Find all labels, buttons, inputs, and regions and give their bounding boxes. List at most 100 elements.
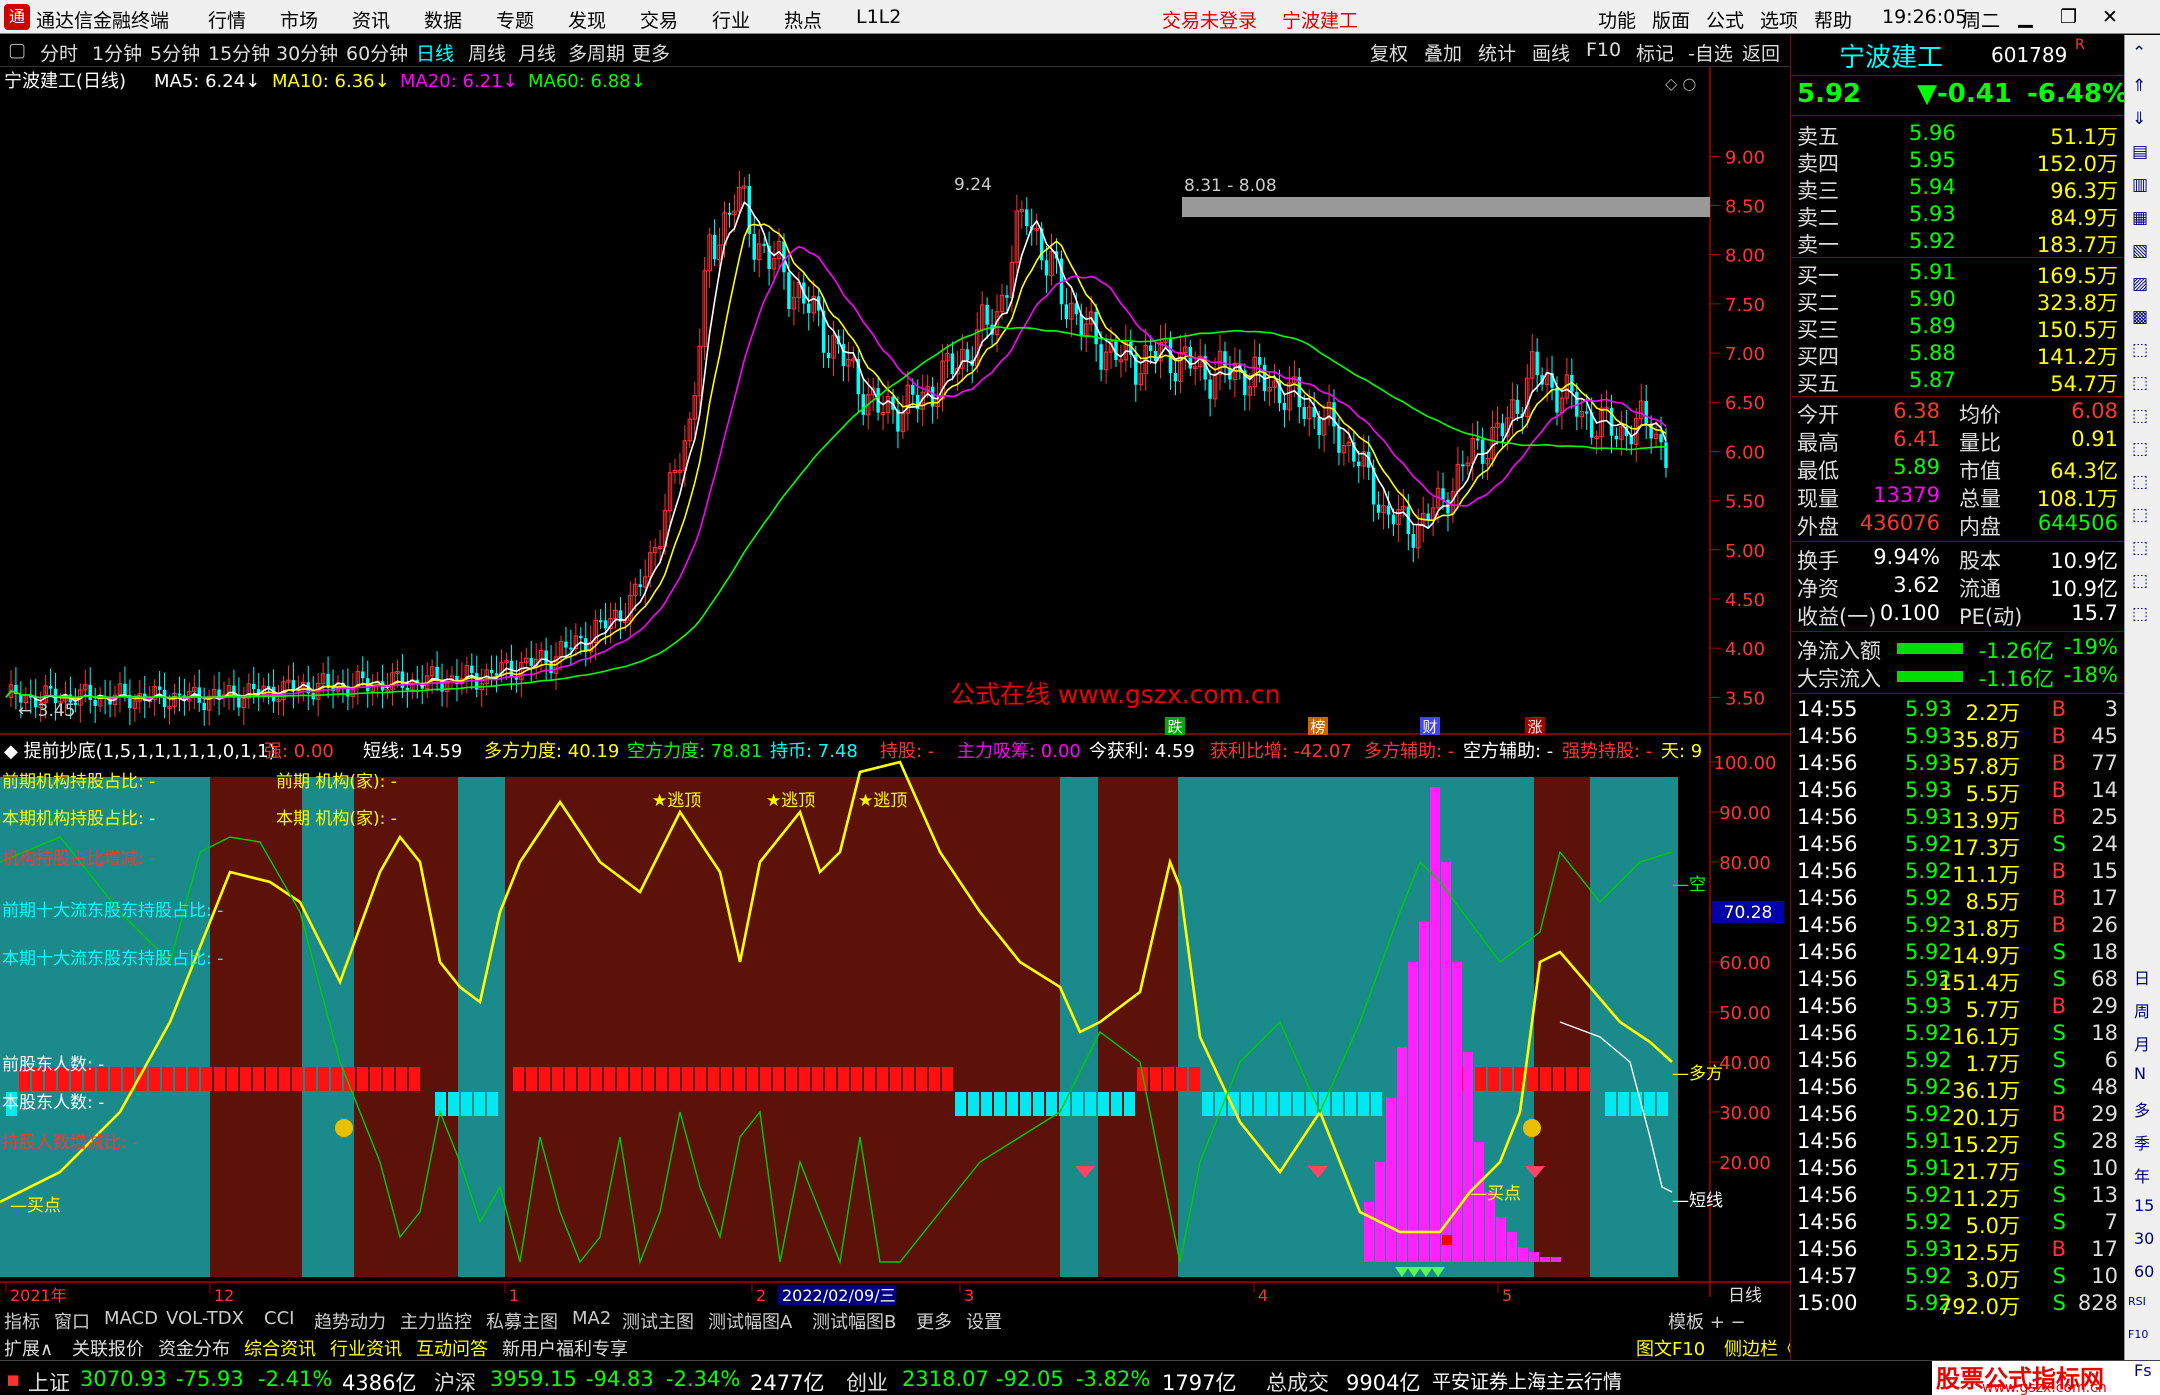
toolbar-side-icon[interactable]: ▨ bbox=[2132, 274, 2148, 294]
toolbar-side-icon[interactable]: ▧ bbox=[2132, 241, 2148, 261]
menu-topics[interactable]: 专题 bbox=[496, 6, 534, 33]
period-tab-more[interactable]: 更多 bbox=[632, 39, 670, 66]
toolbar-side-icon[interactable]: ▩ bbox=[2132, 307, 2148, 327]
toolbar-side-icon[interactable]: ▦ bbox=[2132, 208, 2148, 228]
toolbar-side-icon[interactable]: ⇑ bbox=[2132, 76, 2146, 96]
toolbar-side-icon[interactable]: ⬚ bbox=[2132, 604, 2148, 624]
menu-market[interactable]: 市场 bbox=[280, 6, 318, 33]
toolbar-side-icon[interactable]: ⬚ bbox=[2132, 340, 2148, 360]
action-button[interactable]: 叠加 bbox=[1424, 39, 1462, 66]
period-shortcut[interactable]: 年 bbox=[2134, 1163, 2150, 1187]
period-shortcut[interactable]: 多 bbox=[2134, 1097, 2150, 1121]
period-tab-active[interactable]: 日线 bbox=[416, 39, 454, 66]
login-status[interactable]: 交易未登录 bbox=[1162, 6, 1257, 33]
extension-tab[interactable]: 行业资讯 bbox=[330, 1335, 402, 1361]
chart-canvas[interactable]: 9.00 8.50 8.00 7.50 7.00 6.50 6.00 5.50 5.00 4.50… bbox=[0, 67, 1790, 1314]
template-tab[interactable]: 模板 + − bbox=[1668, 1308, 1746, 1334]
menu-layout[interactable]: 版面 bbox=[1652, 6, 1690, 33]
indicator-tab[interactable]: MA2 bbox=[572, 1308, 611, 1329]
period-shortcut[interactable]: 日 bbox=[2134, 965, 2150, 989]
menu-data[interactable]: 数据 bbox=[424, 6, 462, 33]
period-tab[interactable]: 5分钟 bbox=[150, 39, 200, 66]
toolbar-side-icon[interactable]: ⬚ bbox=[2132, 439, 2148, 459]
indicator-tab[interactable]: 更多 bbox=[916, 1308, 952, 1334]
menu-discover[interactable]: 发现 bbox=[568, 6, 606, 33]
indicator-tab[interactable]: 主力监控 bbox=[400, 1308, 472, 1334]
menu-hot[interactable]: 热点 bbox=[784, 6, 822, 33]
period-shortcut[interactable]: Fs bbox=[2134, 1361, 2152, 1380]
panel-tab[interactable]: 图文F10 bbox=[1636, 1335, 1705, 1361]
period-tab[interactable]: 月线 bbox=[518, 39, 556, 66]
indicator-tab[interactable]: 测试主图 bbox=[622, 1308, 694, 1334]
period-tab[interactable]: 多周期 bbox=[568, 39, 625, 66]
chart-settings-icon[interactable]: ◇ ○ bbox=[1665, 74, 1696, 93]
indicator-tab[interactable]: CCI bbox=[264, 1308, 294, 1329]
period-tab[interactable]: 30分钟 bbox=[276, 39, 338, 66]
toolbar-side-icon[interactable]: ⬚ bbox=[2132, 373, 2148, 393]
menu-formula[interactable]: 公式 bbox=[1706, 6, 1744, 33]
panel-tab[interactable]: 侧边栏《 bbox=[1724, 1335, 1796, 1361]
toolbar-side-icon[interactable]: ▥ bbox=[2132, 175, 2148, 195]
indicator-tab[interactable]: MACD bbox=[104, 1308, 158, 1329]
period-tab[interactable]: 分时 bbox=[40, 39, 78, 66]
toolbar-side-icon[interactable]: ▤ bbox=[2132, 142, 2148, 162]
toolbar-side-icon[interactable]: ⬚ bbox=[2132, 538, 2148, 558]
indicator-tab[interactable]: 趋势动力 bbox=[314, 1308, 386, 1334]
menu-quotes[interactable]: 行情 bbox=[208, 6, 246, 33]
indicator-tab[interactable]: 指标 bbox=[4, 1308, 40, 1334]
period-shortcut[interactable]: 15 bbox=[2134, 1196, 2154, 1215]
action-button[interactable]: F10 bbox=[1586, 39, 1621, 61]
menu-options[interactable]: 选项 bbox=[1760, 6, 1798, 33]
action-button[interactable]: 复权 bbox=[1370, 39, 1408, 66]
period-shortcut[interactable]: RSI bbox=[2128, 1295, 2146, 1308]
action-button[interactable]: 返回 bbox=[1742, 39, 1780, 66]
sh-index-name[interactable]: 上证 bbox=[28, 1367, 70, 1395]
toolbar-side-icon[interactable]: ⬚ bbox=[2132, 472, 2148, 492]
action-button[interactable]: 统计 bbox=[1478, 39, 1516, 66]
indicator-tab[interactable]: 测试幅图B bbox=[812, 1308, 896, 1334]
action-button[interactable]: -自选 bbox=[1688, 39, 1733, 66]
toolbar-side-icon[interactable]: ⇓ bbox=[2132, 109, 2146, 129]
menu-news[interactable]: 资讯 bbox=[352, 6, 390, 33]
action-button[interactable]: 画线 bbox=[1532, 39, 1570, 66]
minimize-icon[interactable]: ▁ bbox=[2018, 6, 2033, 28]
toolbar-side-icon[interactable]: ⌃ bbox=[2132, 43, 2146, 63]
period-shortcut[interactable]: 60 bbox=[2134, 1262, 2154, 1281]
menu-industry[interactable]: 行业 bbox=[712, 6, 750, 33]
period-shortcut[interactable]: N bbox=[2134, 1064, 2146, 1083]
period-shortcut[interactable]: 月 bbox=[2134, 1031, 2150, 1055]
period-tab[interactable]: 15分钟 bbox=[208, 39, 270, 66]
period-shortcut[interactable]: 30 bbox=[2134, 1229, 2154, 1248]
action-button[interactable]: 标记 bbox=[1636, 39, 1674, 66]
period-shortcut[interactable]: 周 bbox=[2134, 998, 2150, 1022]
period-shortcut[interactable]: 季 bbox=[2134, 1130, 2150, 1154]
extension-tab[interactable]: 互动问答 bbox=[416, 1335, 488, 1361]
indicator-tab[interactable]: 私募主图 bbox=[486, 1308, 558, 1334]
close-icon[interactable]: ✕ bbox=[2102, 6, 2118, 28]
cy-index-name[interactable]: 创业 bbox=[846, 1367, 888, 1395]
toolbar-side-icon[interactable]: ⬚ bbox=[2132, 406, 2148, 426]
menu-trade[interactable]: 交易 bbox=[640, 6, 678, 33]
toolbar-side-icon[interactable]: ⬚ bbox=[2132, 571, 2148, 591]
indicator-tab[interactable]: 设置 bbox=[966, 1308, 1002, 1334]
period-shortcut[interactable]: F10 bbox=[2128, 1328, 2148, 1341]
extension-tab[interactable]: 综合资讯 bbox=[244, 1335, 316, 1361]
extension-tab[interactable]: 扩展∧ bbox=[4, 1335, 53, 1361]
restore-icon[interactable]: ❐ bbox=[2060, 6, 2077, 28]
period-tab[interactable]: 1分钟 bbox=[92, 39, 142, 66]
extension-tab[interactable]: 新用户福利专享 bbox=[502, 1335, 628, 1361]
extension-tab[interactable]: 资金分布 bbox=[158, 1335, 230, 1361]
indicator-tab[interactable]: 窗口 bbox=[54, 1308, 90, 1334]
toolbar-side-icon[interactable]: ⬚ bbox=[2132, 505, 2148, 525]
indicator-tab[interactable]: VOL-TDX bbox=[166, 1308, 244, 1329]
menu-help[interactable]: 帮助 bbox=[1814, 6, 1852, 33]
sz-index-name[interactable]: 沪深 bbox=[434, 1367, 476, 1395]
menu-l1l2[interactable]: L1L2 bbox=[856, 6, 901, 28]
indicator-title[interactable]: ◆ 提前抄底(1,5,1,1,1,1,1,0,1,1) bbox=[4, 741, 276, 762]
period-tab[interactable]: 60分钟 bbox=[346, 39, 408, 66]
menu-function[interactable]: 功能 bbox=[1598, 6, 1636, 33]
toolbar-toggle-icon[interactable]: ▢ bbox=[8, 39, 26, 61]
period-tab[interactable]: 周线 bbox=[468, 39, 506, 66]
extension-tab[interactable]: 关联报价 bbox=[72, 1335, 144, 1361]
indicator-tab[interactable]: 测试幅图A bbox=[708, 1308, 792, 1334]
